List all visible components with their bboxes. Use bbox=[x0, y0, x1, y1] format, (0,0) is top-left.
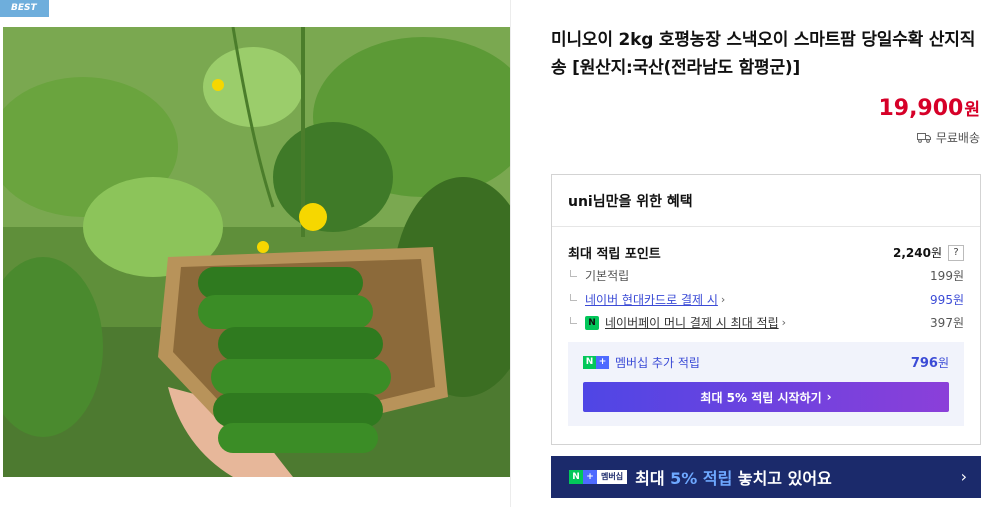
npay-icon: N bbox=[585, 315, 599, 330]
price-value: 19,900 bbox=[878, 96, 964, 121]
price-unit: 원 bbox=[964, 100, 980, 120]
chevron-right-icon: › bbox=[960, 467, 967, 486]
npay-money-link[interactable]: 네이버페이 머니 결제 시 최대 적립 bbox=[605, 314, 779, 331]
cucumber-basket-image bbox=[3, 27, 510, 477]
price: 19,900 원 bbox=[878, 95, 980, 121]
list-item: 네이버 현대카드로 결제 시 › 995원 bbox=[570, 291, 964, 308]
best-badge: BEST bbox=[0, 0, 49, 17]
membership-value: 796원 bbox=[910, 356, 949, 371]
shipping-info: 무료배송 bbox=[916, 129, 980, 146]
truck-icon bbox=[916, 133, 931, 143]
indent-corner-icon bbox=[570, 294, 577, 301]
membership-box: N + 멤버십 추가 적립 796원 최대 5% 적립 시작하기 › bbox=[568, 342, 964, 426]
chevron-right-icon: › bbox=[781, 316, 787, 329]
list-item: 기본적립 199원 bbox=[570, 267, 964, 284]
start-membership-button[interactable]: 최대 5% 적립 시작하기 › bbox=[583, 382, 949, 412]
npay-money-value: 397원 bbox=[930, 316, 964, 330]
indent-corner-icon bbox=[570, 270, 577, 277]
banner-text: 최대 5% 적립 놓치고 있어요 bbox=[635, 469, 832, 488]
help-button[interactable]: ? bbox=[948, 244, 964, 261]
indent-corner-icon bbox=[570, 317, 577, 324]
hyundai-card-value: 995원 bbox=[930, 293, 964, 307]
chevron-right-icon: › bbox=[720, 293, 726, 306]
naver-plus-icon: N + bbox=[583, 356, 609, 369]
product-title: 미니오이 2kg 호평농장 스낵오이 스마트팜 당일수확 산지직송 [원산지:국… bbox=[551, 30, 976, 78]
chevron-right-icon: › bbox=[826, 390, 832, 404]
max-points-label: 최대 적립 포인트 bbox=[568, 247, 661, 262]
product-image-area: BEST bbox=[0, 0, 511, 507]
product-photo[interactable] bbox=[3, 27, 510, 477]
basic-points-label: 기본적립 bbox=[585, 269, 630, 283]
basic-points-value: 199원 bbox=[930, 269, 964, 283]
benefit-heading: uni님만을 위한 혜택 bbox=[552, 175, 980, 227]
max-points-row: 최대 적립 포인트 2,240 원 ? bbox=[568, 243, 964, 262]
hyundai-card-link[interactable]: 네이버 현대카드로 결제 시 bbox=[585, 291, 718, 308]
membership-row: N + 멤버십 추가 적립 796원 bbox=[583, 354, 949, 371]
max-points-amount: 2,240 bbox=[892, 245, 931, 260]
list-item: N 네이버페이 머니 결제 시 최대 적립 › 397원 bbox=[570, 314, 964, 331]
membership-banner[interactable]: N + 멤버십 최대 5% 적립 놓치고 있어요 › bbox=[551, 456, 981, 498]
shipping-label: 무료배송 bbox=[935, 131, 980, 145]
membership-label: 멤버십 추가 적립 bbox=[615, 356, 700, 370]
benefit-box: uni님만을 위한 혜택 최대 적립 포인트 2,240 원 ? 기본적립 19… bbox=[551, 174, 981, 445]
membership-tag: N + 멤버십 bbox=[569, 470, 628, 484]
max-points-unit: 원 bbox=[930, 246, 942, 260]
max-points-value: 2,240 원 ? bbox=[893, 244, 964, 261]
